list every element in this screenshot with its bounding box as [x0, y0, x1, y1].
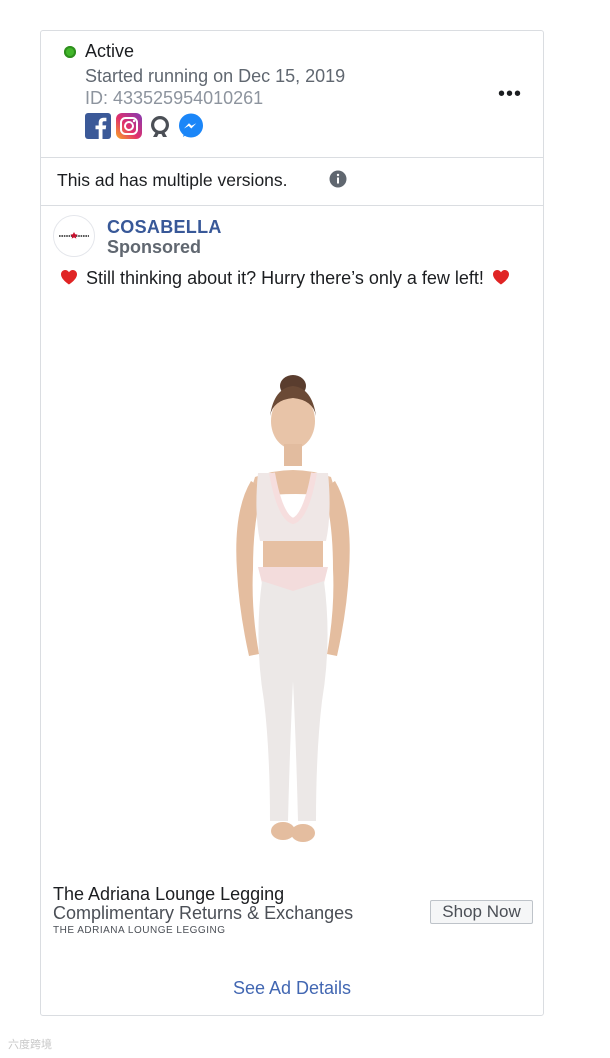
- ad-product-image[interactable]: [41, 341, 543, 881]
- ad-status-section: Active Started running on Dec 15, 2019 I…: [41, 31, 543, 158]
- cta-domain: THE ADRIANA LOUNGE LEGGING: [53, 925, 226, 936]
- sponsored-label: Sponsored: [107, 237, 202, 257]
- watermark: 六度跨境: [8, 1039, 52, 1051]
- status-label: Active: [85, 41, 135, 61]
- info-icon[interactable]: [329, 170, 347, 188]
- facebook-icon: [85, 113, 111, 139]
- more-options-button[interactable]: •••: [497, 81, 523, 107]
- multiple-versions-notice: This ad has multiple versions.: [41, 157, 543, 206]
- ad-body-end: left!: [454, 268, 484, 288]
- messenger-icon: [179, 113, 203, 138]
- more-options-icon: •••: [497, 83, 522, 105]
- cta-description: Complimentary Returns & Exchanges: [53, 903, 354, 923]
- see-ad-details-link[interactable]: See Ad Details: [41, 978, 543, 999]
- red-heart-icon: [492, 270, 509, 285]
- audience-network-icon: [151, 116, 169, 137]
- started-running-date: Started running on Dec 15, 2019: [85, 66, 346, 86]
- ad-body-main: Still thinking about it? Hurry there’s o…: [86, 268, 450, 288]
- cosabella-logo-image: [54, 216, 94, 256]
- ad-id: ID: 433525954010261: [85, 88, 264, 108]
- cta-title[interactable]: The Adriana Lounge Legging: [53, 884, 284, 905]
- advertiser-name[interactable]: COSABELLA: [107, 217, 222, 238]
- ad-card: Active Started running on Dec 15, 2019 I…: [40, 30, 544, 1016]
- multiple-versions-text: This ad has multiple versions.: [57, 170, 288, 190]
- shop-now-button[interactable]: Shop Now: [430, 900, 533, 924]
- red-heart-icon: [61, 270, 77, 285]
- ad-body-text: Still thinking about it? Hurry there’s o…: [57, 268, 527, 288]
- instagram-icon: [116, 113, 142, 139]
- active-status-dot: [64, 46, 76, 58]
- advertiser-logo[interactable]: [53, 215, 95, 257]
- platform-icons: [85, 113, 204, 139]
